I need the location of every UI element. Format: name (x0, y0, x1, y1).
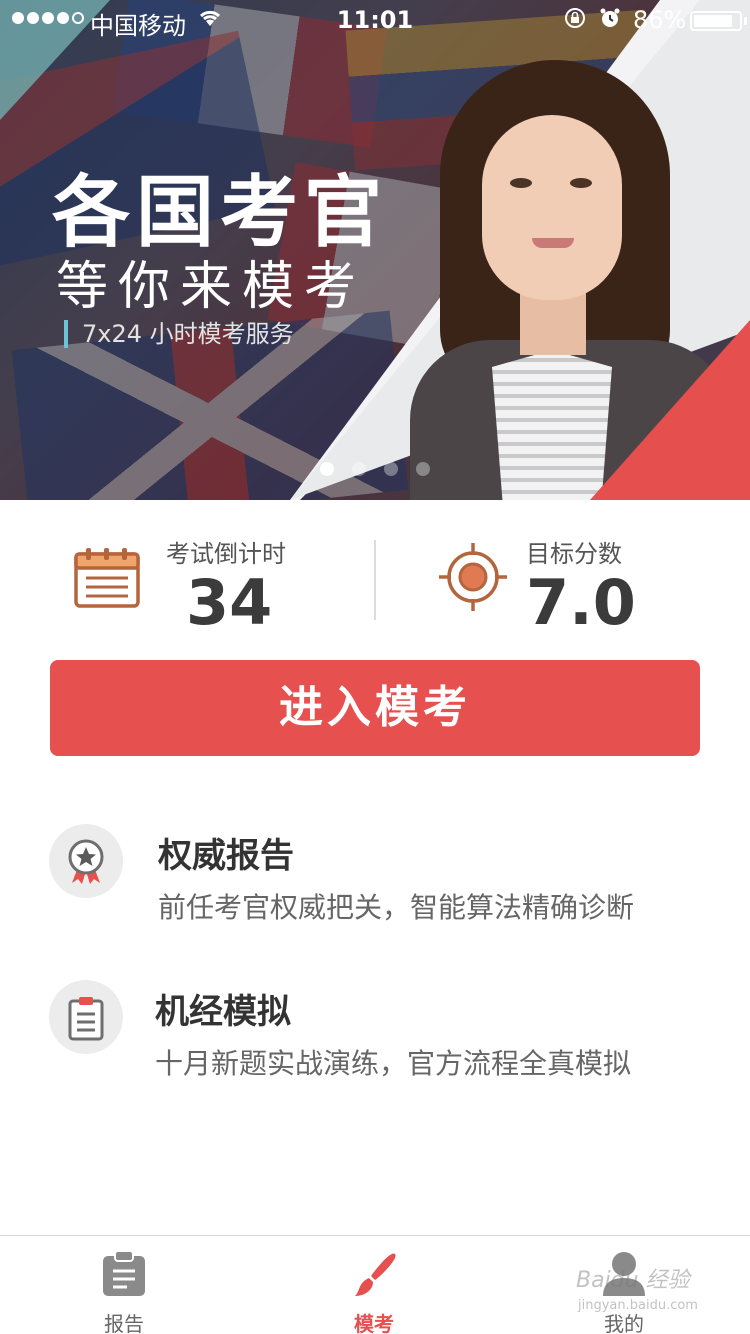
carousel-dot-3[interactable] (384, 462, 398, 476)
feature-description: 前任考官权威把关，智能算法精确诊断 (158, 891, 635, 924)
tab-label: 模考 (354, 1312, 394, 1334)
battery-icon (690, 11, 742, 31)
tab-mock-exam[interactable]: 模考 (314, 1236, 434, 1334)
feature-title: 权威报告 (158, 836, 294, 876)
carousel-indicator[interactable] (320, 462, 430, 476)
tab-label: 报告 (104, 1312, 144, 1334)
carousel-dot-4[interactable] (416, 462, 430, 476)
alarm-icon (598, 6, 622, 36)
status-bar: 中国移动 11:01 86% (0, 0, 750, 40)
carousel-dot-1[interactable] (320, 462, 334, 476)
target-score-label: 目标分数 (526, 540, 622, 568)
feature-authoritative-report[interactable]: 权威报告 前任考官权威把关，智能算法精确诊断 (0, 820, 750, 940)
tab-report[interactable]: 报告 (64, 1236, 184, 1334)
battery-tip (744, 17, 747, 25)
carousel-dot-2[interactable] (352, 462, 366, 476)
report-clipboard-icon (103, 1250, 145, 1296)
watermark-url: jingyan.baidu.com (578, 1298, 698, 1313)
banner-tagline: 7x24 小时模考服务 (64, 320, 294, 348)
battery-level (694, 15, 732, 27)
countdown-label: 考试倒计时 (166, 540, 286, 568)
feature-title: 机经模拟 (155, 992, 291, 1032)
feature-description: 十月新题实战演练，官方流程全真模拟 (155, 1047, 632, 1080)
award-badge-icon (49, 824, 123, 898)
target-icon (439, 543, 507, 611)
paintbrush-icon (355, 1253, 396, 1296)
watermark: Baidu 经验 (576, 1268, 690, 1293)
feature-exam-simulation[interactable]: 机经模拟 十月新题实战演练，官方流程全真模拟 (0, 976, 750, 1096)
countdown-value: 34 (186, 566, 273, 639)
battery-percent: 86% (633, 6, 687, 34)
target-score-value: 7.0 (526, 566, 636, 639)
hero-banner[interactable]: 各国考官 等你来模考 7x24 小时模考服务 (0, 0, 750, 500)
exam-stats: 考试倒计时 34 目标分数 7.0 (0, 500, 750, 650)
clipboard-icon (49, 980, 123, 1054)
enter-mock-exam-button[interactable]: 进入模考 (50, 660, 700, 756)
banner-subtitle: 等你来模考 (56, 257, 367, 317)
stats-divider (374, 540, 376, 620)
calendar-icon (74, 548, 140, 608)
rotation-lock-icon (563, 6, 587, 36)
